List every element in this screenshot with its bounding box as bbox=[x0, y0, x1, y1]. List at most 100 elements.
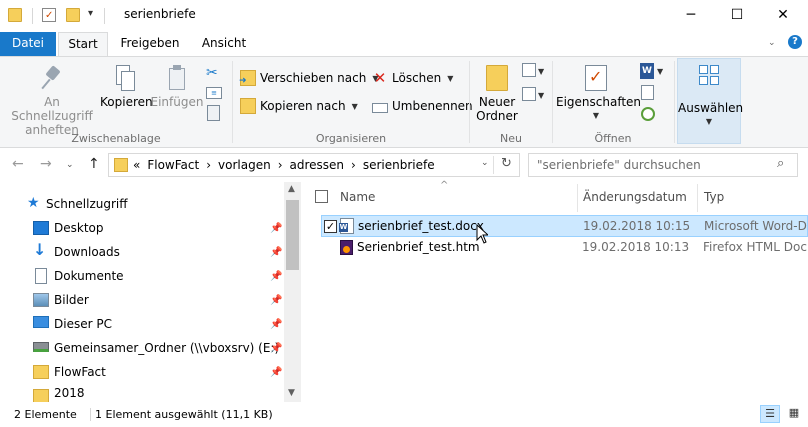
breadcrumb-separator[interactable]: › bbox=[278, 158, 283, 172]
table-row[interactable]: ✓ W serienbrief_test.docx 19.02.2018 10:… bbox=[321, 215, 808, 237]
edit-icon[interactable] bbox=[641, 85, 654, 100]
firefox-html-icon bbox=[340, 240, 353, 255]
up-arrow-icon[interactable]: ↑ bbox=[88, 156, 100, 172]
paste-label: Einfügen bbox=[150, 95, 204, 109]
pin-icon[interactable]: 📌 bbox=[270, 367, 282, 378]
pictures-icon bbox=[33, 293, 49, 307]
nav-item-dieser-pc[interactable]: Dieser PC 📌 bbox=[0, 312, 284, 336]
column-divider[interactable] bbox=[577, 184, 578, 212]
nav-label: Downloads bbox=[54, 245, 120, 259]
nav-label: Dieser PC bbox=[54, 317, 112, 331]
row-checkbox[interactable]: ✓ bbox=[324, 220, 337, 233]
address-bar[interactable]: « FlowFact › vorlagen › adressen › serie… bbox=[108, 153, 520, 177]
file-name: serienbrief_test.docx bbox=[358, 219, 484, 233]
scroll-up-icon[interactable]: ▲ bbox=[288, 184, 295, 194]
title-bar: ✓ ▾ serienbriefe ─ ☐ ✕ bbox=[0, 0, 808, 32]
breadcrumb-adressen[interactable]: adressen bbox=[290, 158, 345, 172]
nav-label: FlowFact bbox=[54, 365, 106, 379]
search-icon[interactable]: ⌕ bbox=[777, 156, 784, 171]
tab-freigeben[interactable]: Freigeben bbox=[114, 32, 186, 56]
pin-icon[interactable]: 📌 bbox=[270, 343, 282, 354]
nav-item-downloads[interactable]: ↓ Downloads 📌 bbox=[0, 240, 284, 264]
close-button[interactable]: ✕ bbox=[760, 0, 806, 30]
help-icon[interactable]: ? bbox=[788, 35, 802, 49]
word-document-icon: W bbox=[339, 218, 354, 234]
chevron-down-icon: ▼ bbox=[351, 101, 358, 111]
column-divider[interactable] bbox=[697, 184, 698, 212]
folder-icon bbox=[8, 8, 22, 22]
cut-icon[interactable]: ✂ bbox=[206, 65, 222, 81]
properties-button[interactable]: ✓ Eigenschaften ▼ bbox=[556, 65, 641, 123]
new-folder-button[interactable]: Neuer Ordner bbox=[474, 65, 520, 123]
nav-item-2018[interactable]: 2018 bbox=[0, 384, 284, 402]
scroll-down-icon[interactable]: ▼ bbox=[288, 388, 295, 398]
nav-item-dokumente[interactable]: Dokumente 📌 bbox=[0, 264, 284, 288]
paste-shortcut-icon[interactable] bbox=[207, 105, 220, 121]
nav-item-schnellzugriff[interactable]: ★ Schnellzugriff bbox=[0, 192, 284, 216]
pin-icon[interactable]: 📌 bbox=[270, 247, 282, 258]
breadcrumb-vorlagen[interactable]: vorlagen bbox=[218, 158, 271, 172]
pin-icon[interactable]: 📌 bbox=[270, 271, 282, 282]
column-header-type[interactable]: Typ bbox=[704, 190, 724, 204]
refresh-icon[interactable]: ↻ bbox=[501, 156, 512, 171]
nav-item-flowfact[interactable]: FlowFact 📌 bbox=[0, 360, 284, 384]
breadcrumb-overflow[interactable]: « bbox=[133, 158, 140, 172]
address-dropdown-icon[interactable]: ⌄ bbox=[481, 158, 489, 168]
tab-ansicht[interactable]: Ansicht bbox=[192, 32, 256, 56]
chevron-down-icon[interactable]: ▼ bbox=[538, 67, 544, 76]
chevron-down-icon[interactable]: ⌄ bbox=[768, 38, 776, 48]
rename-button[interactable]: Umbenennen bbox=[372, 96, 473, 116]
move-to-button[interactable]: ➜ Verschieben nach ▼ bbox=[239, 68, 379, 88]
word-icon[interactable]: W bbox=[640, 63, 654, 79]
column-header-date[interactable]: Änderungsdatum bbox=[583, 190, 687, 204]
pin-to-quick-access-button[interactable]: An Schnellzugriff anheften bbox=[4, 65, 100, 137]
copy-button[interactable]: Kopieren bbox=[100, 65, 153, 109]
tab-start[interactable]: Start bbox=[58, 32, 108, 57]
history-icon[interactable] bbox=[641, 107, 655, 121]
file-type: Microsoft Word-D... bbox=[704, 219, 808, 233]
pin-icon[interactable]: 📌 bbox=[270, 295, 282, 306]
chevron-down-icon: ▼ bbox=[705, 117, 713, 126]
copy-to-button[interactable]: Kopieren nach ▼ bbox=[240, 96, 358, 116]
paste-button[interactable]: Einfügen bbox=[150, 65, 204, 109]
scroll-thumb[interactable] bbox=[286, 200, 299, 270]
breadcrumb-separator[interactable]: › bbox=[206, 158, 211, 172]
details-view-icon[interactable]: ☰ bbox=[760, 405, 780, 423]
group-label-oeffnen: Öffnen bbox=[594, 132, 632, 145]
breadcrumb-flowfact[interactable]: FlowFact bbox=[147, 158, 199, 172]
customize-quick-access-icon[interactable]: ▾ bbox=[88, 9, 93, 19]
new-folder-label-line2: Ordner bbox=[476, 109, 518, 123]
nav-item-gemeinsamer-ordner[interactable]: Gemeinsamer_Ordner (\\vboxsrv) (E:) 📌 bbox=[0, 336, 284, 360]
table-row[interactable]: Serienbrief_test.htm 19.02.2018 10:13 Fi… bbox=[321, 237, 808, 259]
select-all-checkbox[interactable] bbox=[315, 190, 328, 203]
column-header-name[interactable]: Name bbox=[340, 190, 375, 204]
delete-button[interactable]: ✕ Löschen ▼ bbox=[372, 68, 454, 88]
new-folder-icon[interactable] bbox=[66, 8, 80, 22]
folder-icon bbox=[486, 65, 508, 91]
pin-icon[interactable]: 📌 bbox=[270, 223, 282, 234]
file-date: 19.02.2018 10:15 bbox=[583, 219, 691, 233]
search-input[interactable]: "serienbriefe" durchsuchen ⌕ bbox=[528, 153, 798, 177]
forward-arrow-icon[interactable]: → bbox=[40, 156, 52, 172]
recent-locations-chevron-icon[interactable]: ⌄ bbox=[66, 160, 74, 170]
select-button[interactable]: Auswählen ▼ bbox=[677, 58, 743, 144]
large-icons-view-icon[interactable]: ▦ bbox=[784, 405, 804, 423]
back-arrow-icon[interactable]: ← bbox=[12, 156, 24, 172]
nav-scrollbar[interactable]: ▲ ▼ bbox=[284, 182, 301, 402]
maximize-button[interactable]: ☐ bbox=[714, 0, 760, 30]
copy-to-label: Kopieren nach bbox=[260, 99, 346, 113]
breadcrumb-serienbriefe[interactable]: serienbriefe bbox=[363, 158, 435, 172]
breadcrumb-separator[interactable]: › bbox=[351, 158, 356, 172]
pin-icon[interactable]: 📌 bbox=[270, 319, 282, 330]
easy-access-icon[interactable] bbox=[522, 87, 536, 101]
minimize-button[interactable]: ─ bbox=[668, 0, 714, 30]
properties-icon[interactable]: ✓ bbox=[42, 8, 56, 22]
nav-item-desktop[interactable]: Desktop 📌 bbox=[0, 216, 284, 240]
copy-icon bbox=[114, 65, 136, 93]
nav-item-bilder[interactable]: Bilder 📌 bbox=[0, 288, 284, 312]
tab-datei[interactable]: Datei bbox=[0, 32, 56, 56]
copy-path-icon[interactable]: ≡ bbox=[206, 87, 222, 99]
new-item-icon[interactable] bbox=[522, 63, 536, 77]
chevron-down-icon[interactable]: ▼ bbox=[538, 91, 544, 100]
chevron-down-icon[interactable]: ▼ bbox=[657, 67, 663, 76]
